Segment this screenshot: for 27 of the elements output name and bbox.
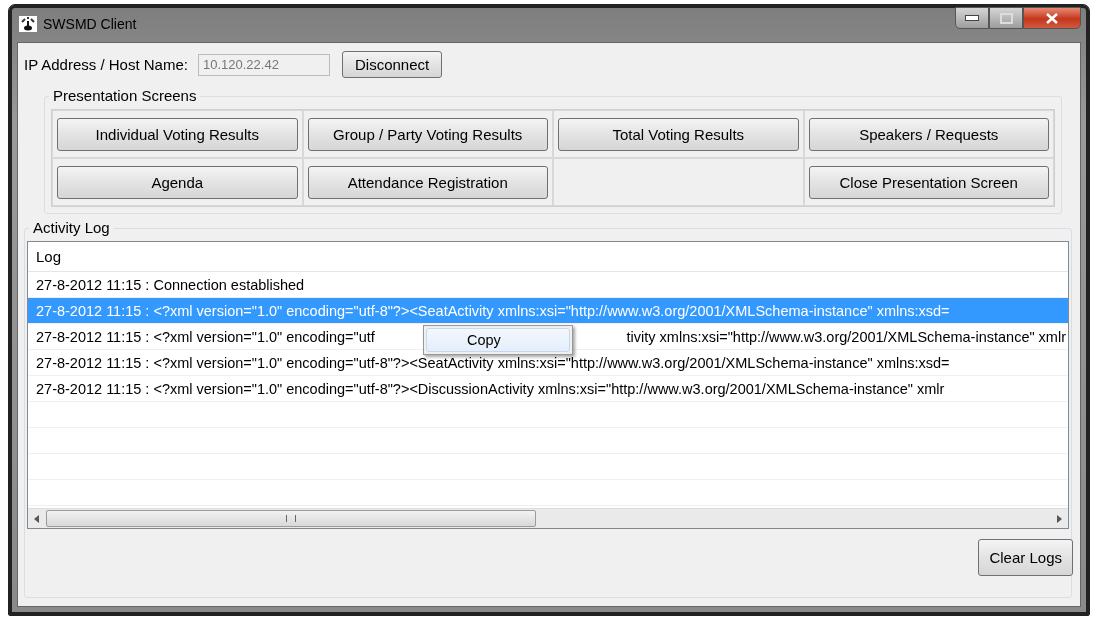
disconnect-button[interactable]: Disconnect <box>341 51 443 78</box>
clear-logs-button[interactable]: Clear Logs <box>978 539 1073 576</box>
scroll-thumb[interactable] <box>46 510 536 527</box>
log-row[interactable]: 27-8-2012 11:15 : <?xml version="1.0" encoding="utf-8"?><DiscussionActivity xmlns:xsi="http://www.w3.org/2001/XMLSchema-instance" xmlr <box>28 376 1068 402</box>
minimize-button[interactable] <box>955 7 989 29</box>
horizontal-scrollbar[interactable] <box>28 508 1068 528</box>
scroll-left-icon[interactable] <box>34 514 40 523</box>
maximize-icon <box>999 12 1013 24</box>
group-title: Activity Log <box>29 219 114 236</box>
close-icon <box>1046 12 1058 24</box>
presentation-button[interactable]: Individual Voting Results <box>57 117 298 151</box>
close-button[interactable] <box>1023 7 1081 29</box>
scroll-right-icon[interactable] <box>1056 514 1062 523</box>
app-icon <box>19 15 37 32</box>
maximize-button[interactable] <box>989 7 1023 29</box>
host-label: IP Address / Host Name: <box>24 56 188 73</box>
presentation-button[interactable]: Agenda <box>57 165 298 199</box>
presentation-button[interactable]: Total Voting Results <box>558 117 799 151</box>
minimize-icon <box>965 15 979 21</box>
window-title: SWSMD Client <box>43 15 137 32</box>
presentation-button[interactable]: Close Presentation Screen <box>808 165 1049 199</box>
presentation-button[interactable]: Attendance Registration <box>307 165 548 199</box>
group-title: Presentation Screens <box>49 87 201 104</box>
presentation-button[interactable]: Group / Party Voting Results <box>307 117 548 151</box>
column-header[interactable]: Log <box>28 242 1068 272</box>
presentation-button[interactable]: Speakers / Requests <box>808 117 1049 151</box>
menu-item[interactable]: Copy <box>426 328 570 352</box>
